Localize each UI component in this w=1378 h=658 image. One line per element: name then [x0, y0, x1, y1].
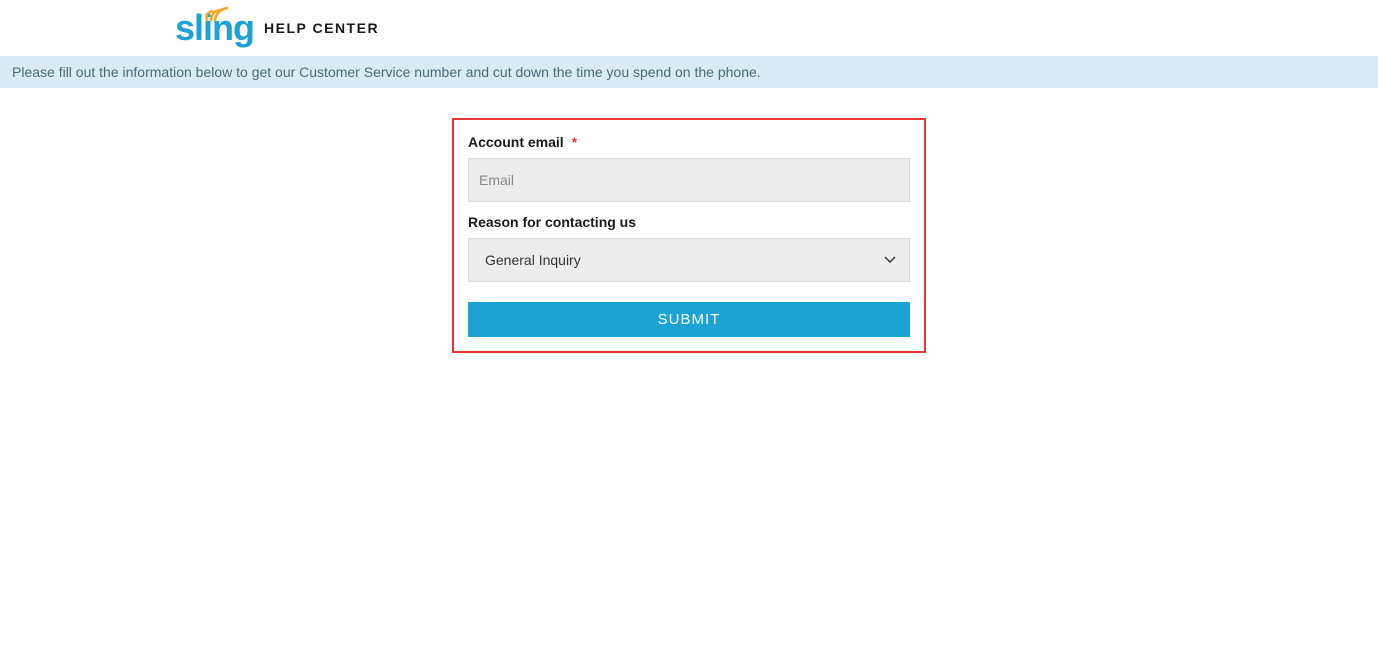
banner-message: Please fill out the information below to… — [12, 64, 761, 80]
required-asterisk-icon: * — [572, 134, 577, 150]
contact-form: Account email * Reason for contacting us… — [452, 118, 926, 353]
reason-select-wrapper: General Inquiry — [468, 238, 910, 282]
submit-button[interactable]: SUBMIT — [468, 302, 910, 337]
logo[interactable]: sling HELP CENTER — [175, 10, 379, 46]
reason-label: Reason for contacting us — [468, 214, 910, 230]
reason-select[interactable]: General Inquiry — [468, 238, 910, 282]
logo-text: sling — [175, 10, 254, 46]
email-label-text: Account email — [468, 134, 564, 150]
header: sling HELP CENTER — [0, 0, 1378, 56]
help-center-label: HELP CENTER — [264, 20, 379, 36]
info-banner: Please fill out the information below to… — [0, 56, 1378, 88]
logo-arcs-icon — [203, 2, 233, 22]
email-field[interactable] — [468, 158, 910, 202]
email-label: Account email * — [468, 134, 910, 150]
